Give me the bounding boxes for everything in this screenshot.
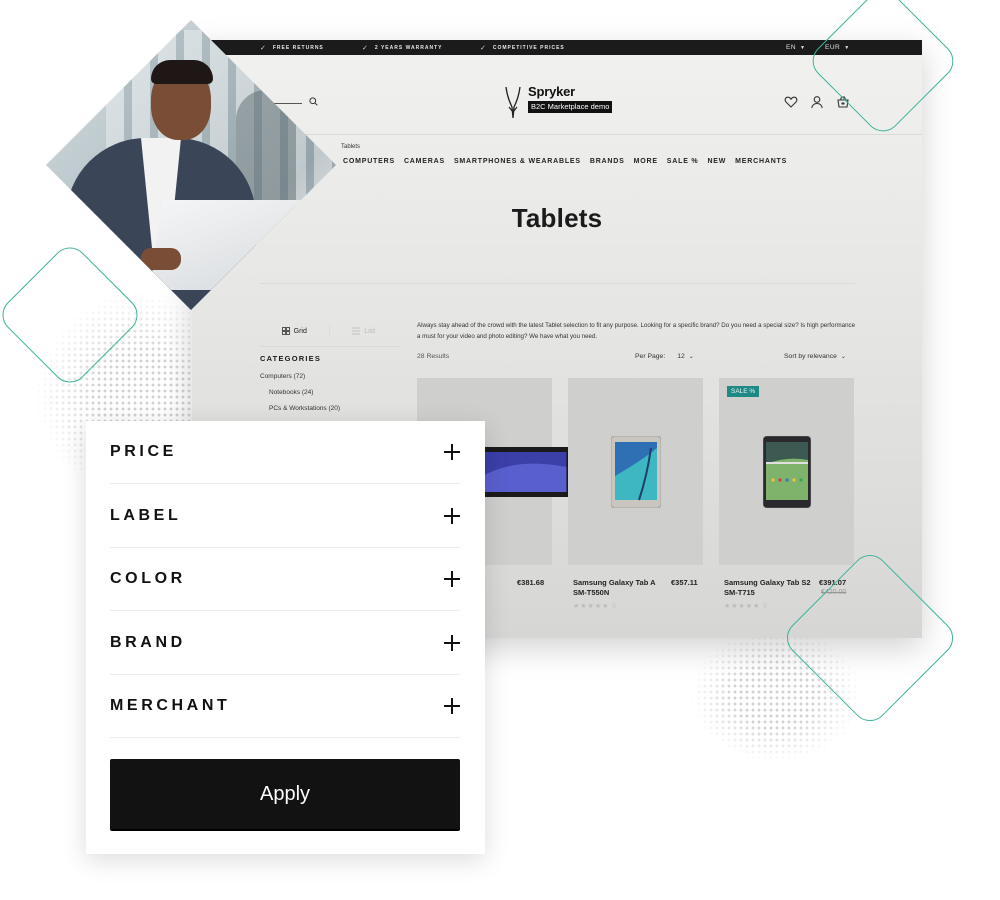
product-price: €381.68: [517, 578, 545, 587]
breadcrumb-current[interactable]: Tablets: [341, 144, 360, 150]
grid-view-button[interactable]: Grid: [260, 327, 329, 335]
plus-icon[interactable]: [444, 444, 460, 460]
sale-badge: SALE %: [727, 386, 760, 397]
user-icon[interactable]: [810, 95, 824, 109]
check-icon: ✓: [260, 44, 267, 52]
chevron-down-icon: ▼: [800, 44, 806, 51]
category-computers[interactable]: Computers (72): [260, 373, 305, 380]
list-icon: [352, 327, 361, 335]
nav-merchants[interactable]: Merchants: [735, 158, 787, 165]
sort-selector[interactable]: Sort by relevance ⌄: [784, 353, 846, 360]
language-selector[interactable]: EN ▼: [786, 44, 805, 51]
chevron-down-icon: ⌄: [840, 354, 846, 360]
filter-price[interactable]: Price: [110, 421, 460, 484]
nav-more[interactable]: More: [634, 158, 658, 165]
rating-stars: ★★★★★ 0: [724, 603, 768, 610]
filter-color[interactable]: Color: [110, 548, 460, 611]
product-name[interactable]: Samsung Galaxy Tab S2 SM-T715: [724, 578, 814, 598]
product-card[interactable]: [568, 378, 703, 565]
chevron-down-icon: ⌄: [688, 354, 694, 360]
nav-brands[interactable]: Brands: [590, 158, 625, 165]
categories-title: Categories: [260, 354, 322, 363]
filter-label[interactable]: Label: [110, 485, 460, 548]
breadcrumb: Tablets: [341, 144, 360, 150]
tablet-image: [474, 446, 571, 497]
nav-cameras[interactable]: Cameras: [404, 158, 445, 165]
title-divider: [260, 283, 855, 284]
nav-new[interactable]: New: [707, 158, 726, 165]
view-toggle: Grid List: [260, 325, 398, 337]
sidebar-divider: [260, 346, 400, 347]
apply-button[interactable]: Apply: [110, 759, 460, 829]
list-view-button[interactable]: List: [330, 327, 399, 335]
category-pcs-workstations[interactable]: PCs & Workstations (20): [269, 405, 340, 412]
plus-icon[interactable]: [444, 571, 460, 587]
tablet-image: [610, 435, 661, 508]
filter-brand[interactable]: Brand: [110, 612, 460, 675]
nav-smartphones-wearables[interactable]: Smartphones & Wearables: [454, 158, 581, 165]
product-price: €357.11: [671, 578, 698, 587]
promo-warranty: ✓ 2 Years Warranty: [362, 44, 443, 52]
promo-prices: ✓ Competitive Prices: [480, 44, 565, 52]
nav-computers[interactable]: Computers: [343, 158, 395, 165]
plus-icon[interactable]: [444, 635, 460, 651]
page-title: Tablets: [511, 203, 603, 233]
filter-panel: Price Label Color Brand Merchant Apply: [86, 421, 485, 854]
plus-icon[interactable]: [444, 508, 460, 524]
top-bar: ✓ Free Returns ✓ 2 Years Warranty ✓ Competi…: [192, 40, 922, 55]
results-count: 28 Results: [417, 353, 450, 360]
plus-icon[interactable]: [444, 698, 460, 714]
brand-logo[interactable]: Spryker B2C Marketplace demo: [502, 85, 613, 119]
antelope-logo-icon: [505, 86, 521, 119]
per-page-selector[interactable]: Per Page: 12 ⌄: [635, 353, 694, 360]
check-icon: ✓: [362, 44, 369, 52]
grid-icon: [281, 327, 290, 335]
search-icon[interactable]: [309, 97, 318, 106]
product-name[interactable]: Samsung Galaxy Tab A SM-T550N: [573, 578, 663, 598]
promo-free-returns: ✓ Free Returns: [260, 44, 324, 52]
check-icon: ✓: [480, 44, 487, 52]
tablet-image: [762, 435, 811, 508]
filter-merchant[interactable]: Merchant: [110, 675, 460, 738]
product-card[interactable]: SALE %: [719, 378, 854, 565]
rating-stars: ★★★★★ 0: [573, 603, 617, 610]
category-description: Always stay ahead of the crowd with the …: [417, 322, 856, 340]
nav-sale[interactable]: Sale %: [667, 158, 699, 165]
heart-icon[interactable]: [784, 95, 798, 109]
category-notebooks[interactable]: Notebooks (24): [269, 389, 313, 396]
